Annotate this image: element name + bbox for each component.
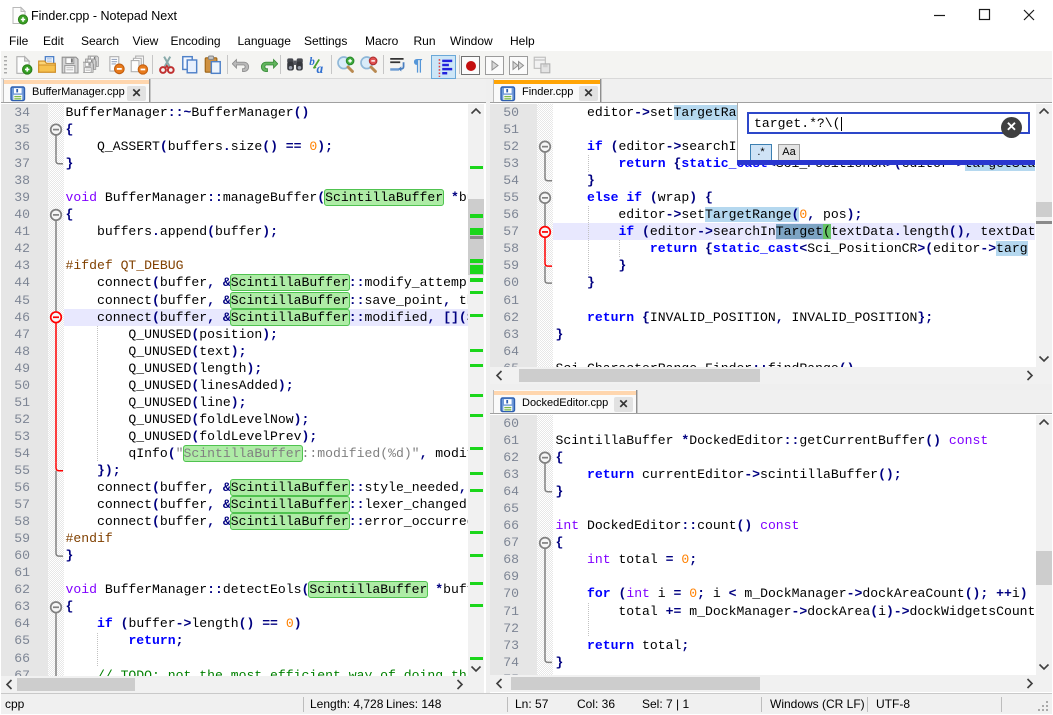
svg-text:¶: ¶ xyxy=(413,55,422,74)
